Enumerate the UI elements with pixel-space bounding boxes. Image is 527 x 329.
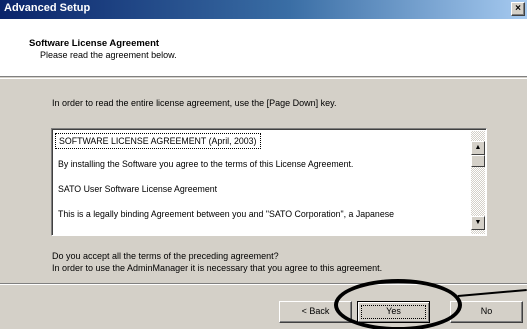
scroll-up-button[interactable]: ▲ xyxy=(471,141,485,155)
accept-question: Do you accept all the terms of the prece… xyxy=(52,251,279,261)
arrow-up-icon: ▲ xyxy=(474,144,482,151)
close-button[interactable]: × xyxy=(511,2,525,16)
license-text-box[interactable]: SOFTWARE LICENSE AGREEMENT (April, 2003)… xyxy=(51,128,487,236)
window-title: Advanced Setup xyxy=(4,2,91,14)
highlight-circle xyxy=(334,279,462,329)
close-icon: × xyxy=(515,3,521,14)
setup-dialog: Advanced Setup × Software License Agreem… xyxy=(0,0,527,329)
title-bar[interactable]: Advanced Setup × xyxy=(0,0,527,19)
no-button-label: No xyxy=(480,306,493,316)
page-subtitle: Please read the agreement below. xyxy=(40,50,177,60)
license-line: By installing the Software you agree to … xyxy=(58,159,354,169)
back-button-label: < Back xyxy=(301,306,330,316)
vertical-scrollbar[interactable]: ▲ ▼ xyxy=(471,131,485,234)
license-line: This is a legally binding Agreement betw… xyxy=(58,209,395,219)
license-line: SATO User Software License Agreement xyxy=(58,184,218,194)
button-separator xyxy=(0,283,527,285)
arrow-down-icon: ▼ xyxy=(474,219,482,226)
header-divider xyxy=(0,78,527,79)
license-line: SOFTWARE LICENSE AGREEMENT (April, 2003) xyxy=(55,133,261,149)
scroll-thumb[interactable] xyxy=(471,155,485,167)
header-panel: Software License Agreement Please read t… xyxy=(0,19,527,77)
page-title: Software License Agreement xyxy=(29,38,160,49)
accept-requirement: In order to use the AdminManager it is n… xyxy=(52,263,383,273)
callout-line xyxy=(457,288,527,297)
instruction-text: In order to read the entire license agre… xyxy=(52,98,337,108)
scroll-down-button[interactable]: ▼ xyxy=(471,216,485,230)
